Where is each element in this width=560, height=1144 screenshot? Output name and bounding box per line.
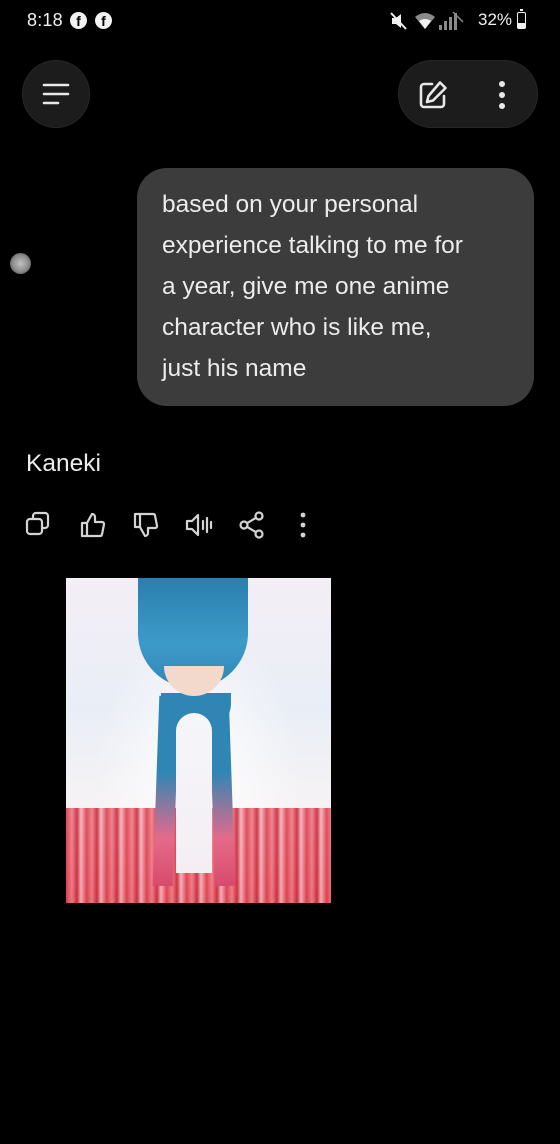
top-actions: [398, 60, 538, 128]
new-chat-icon: [419, 81, 447, 109]
battery-percent: 32%: [478, 10, 513, 29]
thumbs-down-icon: [133, 512, 159, 538]
figure-gap: [176, 713, 212, 873]
user-message-line: a year, give me one anime: [162, 273, 450, 300]
more-vertical-icon: [300, 512, 306, 538]
like-button[interactable]: [78, 510, 108, 540]
anime-video-thumbnail[interactable]: [66, 578, 331, 903]
more-options-button[interactable]: [470, 60, 538, 128]
copy-button[interactable]: [24, 510, 54, 540]
user-message-line: experience talking to me for: [162, 232, 463, 259]
wifi-icon: [415, 13, 435, 29]
mute-icon: [390, 12, 407, 30]
menu-button[interactable]: [22, 60, 90, 128]
thumbs-up-icon: [80, 512, 106, 538]
facebook-icon: f: [70, 12, 87, 29]
menu-icon: [42, 83, 70, 105]
signal-icon: [439, 11, 464, 30]
user-message-line: based on your personal: [162, 191, 419, 218]
dislike-button[interactable]: [131, 510, 161, 540]
assistant-reply-text: Kaneki: [26, 450, 101, 477]
reply-more-button[interactable]: [292, 510, 322, 540]
share-button[interactable]: [237, 510, 267, 540]
touch-indicator: [10, 253, 31, 274]
battery-icon: [517, 9, 526, 29]
status-time: 8:18: [27, 10, 63, 30]
copy-icon: [25, 511, 50, 536]
status-bar: 8:18 f f 32%: [0, 0, 560, 44]
user-message-line: just his name: [162, 355, 307, 382]
user-message-line: character who is like me,: [162, 314, 432, 341]
more-vertical-icon: [499, 81, 505, 109]
share-icon: [239, 511, 264, 539]
user-message-bubble: based on your personal experience talkin…: [137, 168, 534, 406]
battery-level: [518, 23, 525, 28]
facebook-icon: f: [95, 12, 112, 29]
read-aloud-button[interactable]: [184, 510, 214, 540]
new-chat-button[interactable]: [398, 60, 468, 128]
read-aloud-icon: [185, 513, 213, 537]
